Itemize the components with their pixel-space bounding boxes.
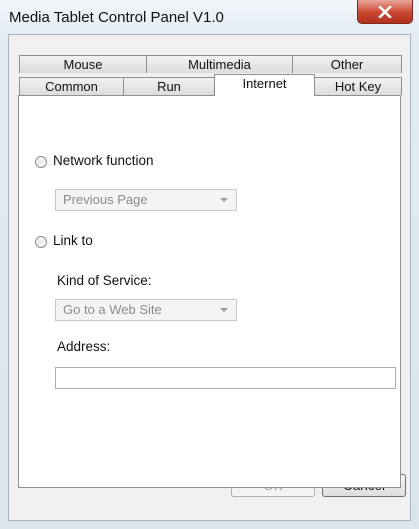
title-bar[interactable]: Media Tablet Control Panel V1.0: [0, 0, 419, 34]
tab-multimedia[interactable]: Multimedia: [146, 55, 293, 73]
close-button[interactable]: [357, 0, 413, 24]
chevron-down-icon: [220, 198, 228, 202]
address-label: Address:: [57, 339, 111, 354]
network-function-value: Previous Page: [63, 192, 148, 207]
tab-common[interactable]: Common: [19, 77, 124, 95]
tab-run[interactable]: Run: [123, 77, 215, 95]
tab-hot-key[interactable]: Hot Key: [314, 77, 402, 95]
kind-of-service-value: Go to a Web Site: [63, 302, 162, 317]
address-input[interactable]: [55, 367, 396, 389]
internet-tab-page: Network function Previous Page Link to K…: [18, 95, 401, 488]
kind-of-service-label: Kind of Service:: [57, 273, 152, 288]
kind-of-service-select[interactable]: Go to a Web Site: [55, 299, 237, 321]
link-to-label[interactable]: Link to: [53, 233, 93, 248]
window-title: Media Tablet Control Panel V1.0: [9, 9, 224, 26]
chevron-down-icon: [220, 308, 228, 312]
tab-mouse[interactable]: Mouse: [19, 55, 147, 73]
network-function-select[interactable]: Previous Page: [55, 189, 237, 211]
link-to-radio[interactable]: [35, 236, 47, 248]
network-function-label[interactable]: Network function: [53, 153, 154, 168]
network-function-radio[interactable]: [35, 156, 47, 168]
tab-internet[interactable]: Internet: [214, 74, 315, 96]
tab-other[interactable]: Other: [292, 55, 402, 73]
close-icon: [378, 5, 392, 18]
dialog-window: Media Tablet Control Panel V1.0 Mouse Mu…: [0, 0, 419, 529]
